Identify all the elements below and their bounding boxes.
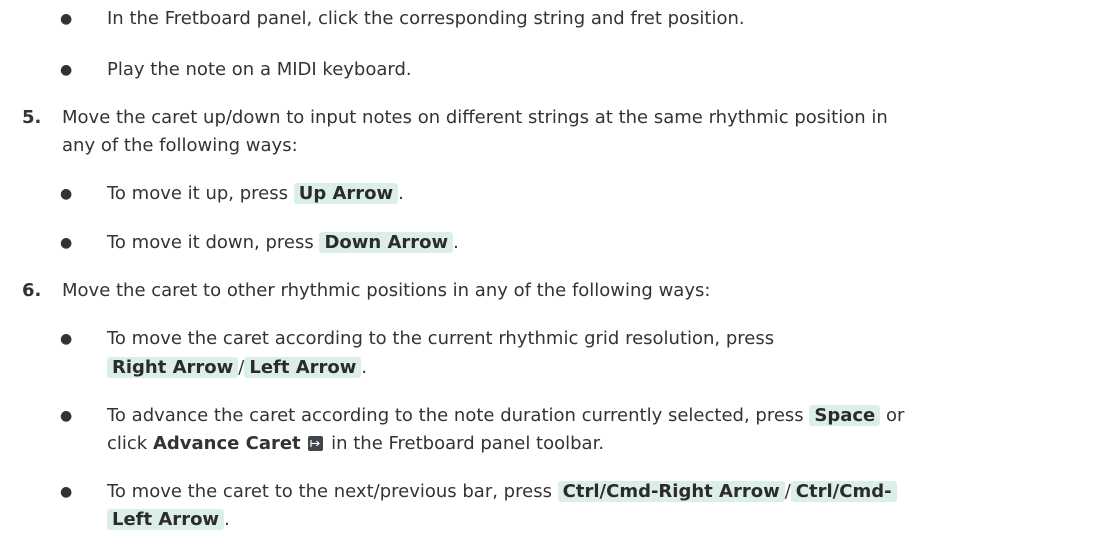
- bullet-dot: ●: [60, 62, 73, 78]
- sentence-text: in the Fretboard panel toolbar.: [325, 433, 605, 454]
- key-left-arrow: Left Arrow: [244, 357, 362, 378]
- sentence-text: click: [107, 433, 153, 454]
- bullet-dot: ●: [60, 186, 73, 202]
- step-text: Move the caret to other rhythmic positio…: [62, 279, 710, 303]
- bullet-dot: ●: [60, 408, 73, 424]
- punctuation: .: [361, 357, 368, 378]
- key-ctrl-cmd-right-arrow: Ctrl/Cmd-Right Arrow: [557, 481, 785, 502]
- list-item-continuation: Left Arrow.: [107, 508, 230, 532]
- advance-caret-label: Advance Caret: [152, 433, 301, 454]
- list-item: To move it up, press Up Arrow.: [107, 182, 404, 206]
- step-text: Move the caret up/down to input notes on…: [62, 106, 888, 130]
- key-ctrl-cmd-left-arrow-part2: Left Arrow: [107, 509, 225, 530]
- punctuation: .: [398, 183, 404, 204]
- list-item: Play the note on a MIDI keyboard.: [107, 58, 412, 82]
- key-ctrl-cmd-left-arrow-part1: Ctrl/Cmd-: [790, 481, 897, 502]
- key-space: Space: [809, 405, 881, 426]
- fretboard-instruction: In the Fretboard panel, click the corres…: [107, 8, 745, 29]
- step-number: 6.: [22, 280, 42, 301]
- key-up-arrow: Up Arrow: [293, 183, 399, 204]
- bullet-dot: ●: [60, 235, 73, 251]
- step-text-line: any of the following ways:: [62, 135, 298, 156]
- step-text: any of the following ways:: [62, 134, 298, 158]
- list-item: To move the caret to the next/previous b…: [107, 480, 897, 504]
- advance-caret-icon: [308, 436, 324, 451]
- punctuation: .: [453, 232, 459, 253]
- key-down-arrow: Down Arrow: [319, 232, 454, 253]
- sentence-text: To move the caret according to the curre…: [107, 328, 775, 349]
- list-item: To move the caret according to the curre…: [107, 327, 774, 351]
- sentence-text: To move the caret to the next/previous b…: [107, 481, 558, 502]
- step-number: 5.: [22, 107, 42, 128]
- list-item: To move it down, press Down Arrow.: [107, 231, 459, 255]
- sentence-text: or: [880, 405, 905, 426]
- list-item-continuation: click Advance Caret in the Fretboard pan…: [107, 432, 604, 456]
- sentence-text: To move it down, press: [107, 232, 320, 253]
- step-text-line: Move the caret to other rhythmic positio…: [62, 280, 711, 301]
- list-item-continuation: Right Arrow / Left Arrow.: [107, 356, 367, 380]
- bullet-dot: ●: [60, 331, 73, 347]
- midi-instruction: Play the note on a MIDI keyboard.: [107, 59, 412, 80]
- list-item: To advance the caret according to the no…: [107, 404, 904, 428]
- punctuation: .: [224, 509, 230, 530]
- step-text-line: Move the caret up/down to input notes on…: [62, 107, 888, 128]
- sentence-text: To move it up, press: [107, 183, 294, 204]
- bullet-dot: ●: [60, 11, 73, 27]
- key-right-arrow: Right Arrow: [107, 357, 239, 378]
- bullet-dot: ●: [60, 484, 73, 500]
- list-item: In the Fretboard panel, click the corres…: [107, 7, 745, 31]
- sentence-text: To advance the caret according to the no…: [107, 405, 810, 426]
- separator: /: [784, 481, 791, 502]
